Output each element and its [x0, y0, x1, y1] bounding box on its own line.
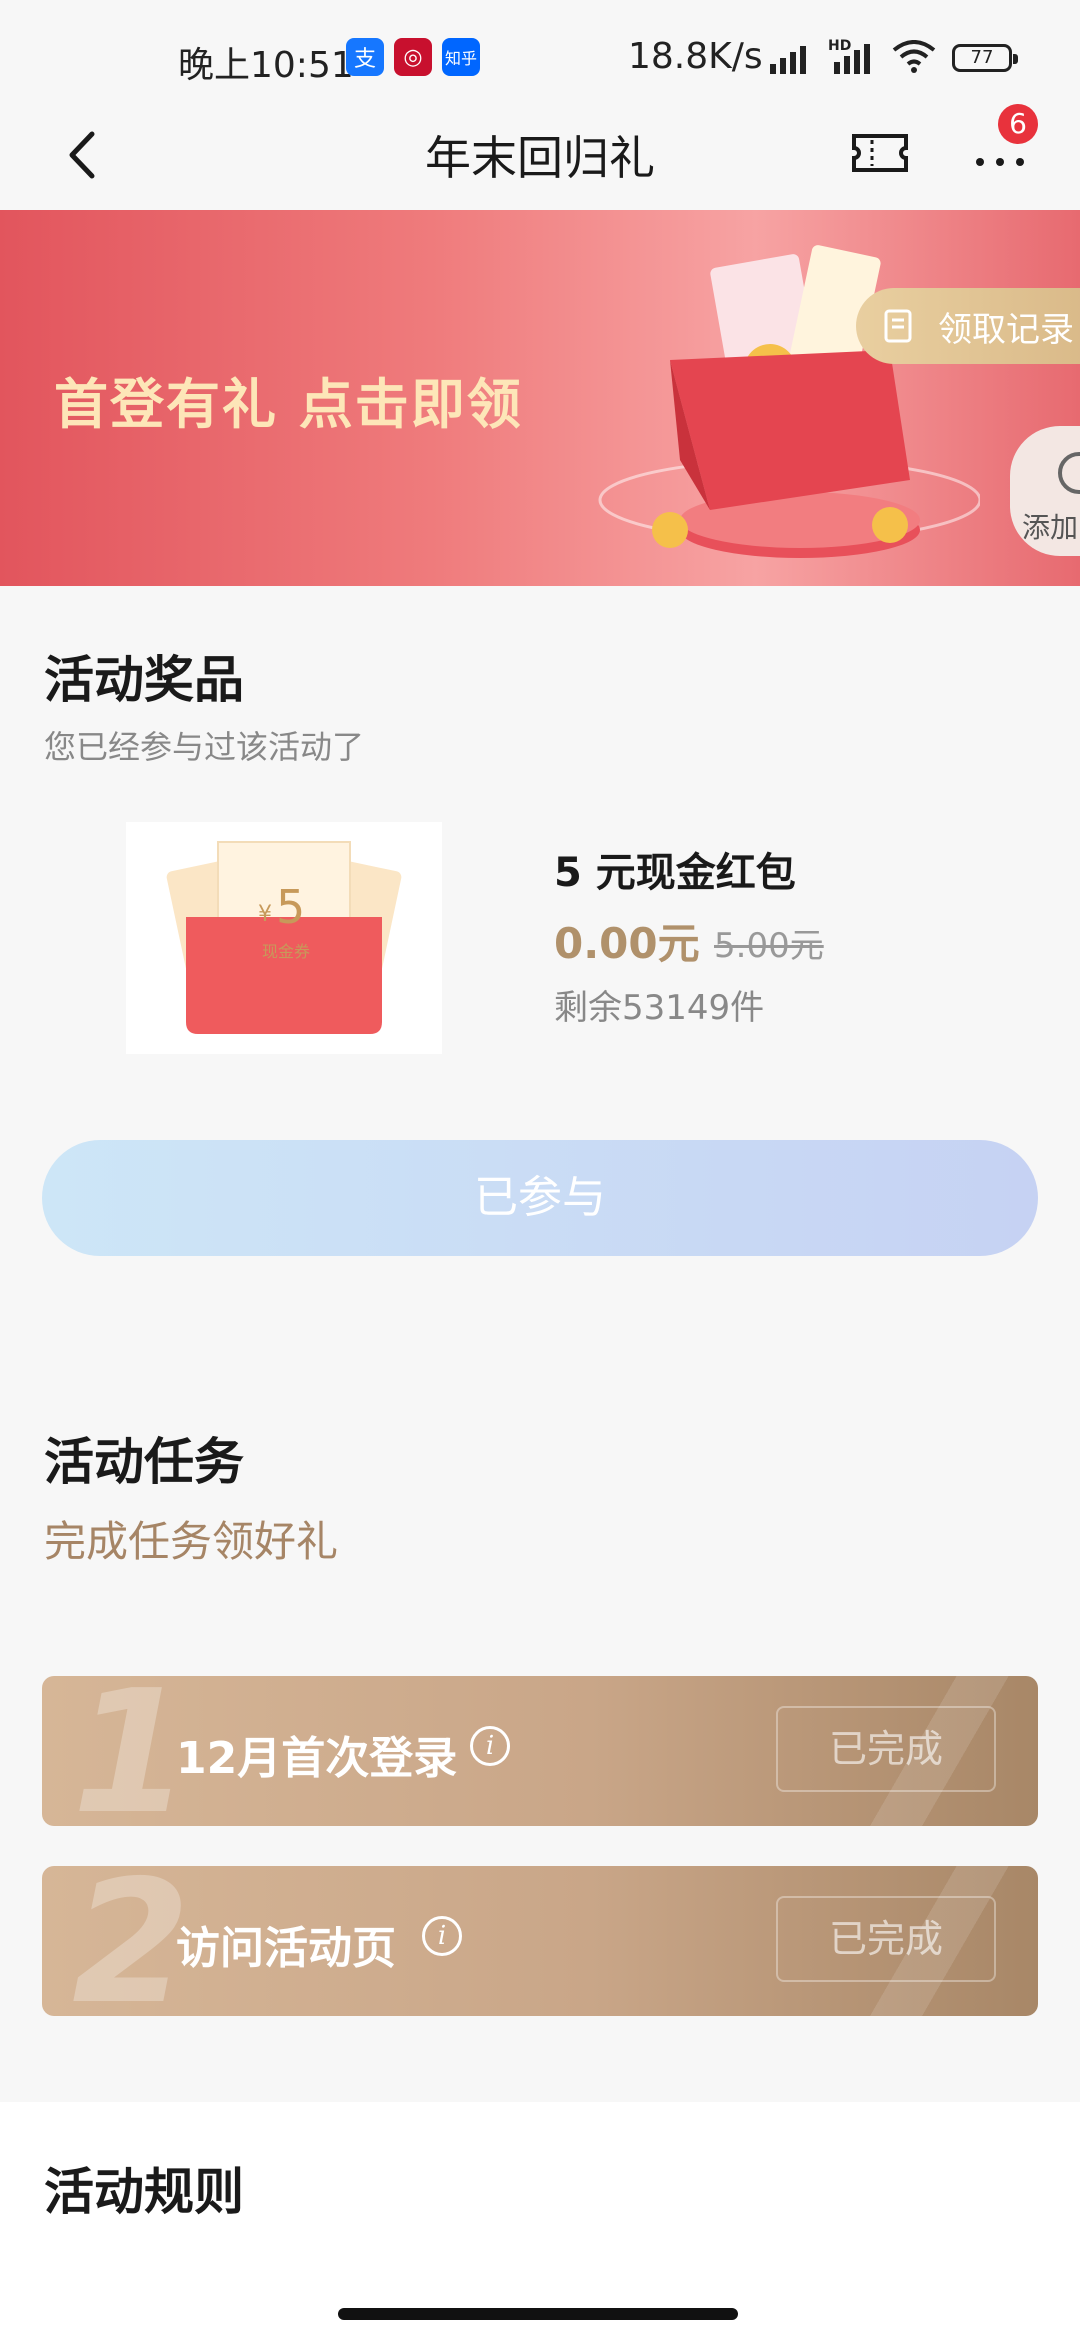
- banner-headline: 首登有礼 点击即领: [54, 373, 523, 436]
- promo-banner[interactable]: 首登有礼 点击即领 领取记录 添加: [0, 210, 1080, 586]
- add-widget-button[interactable]: 添加: [1010, 426, 1080, 556]
- add-widget-label: 添加: [1022, 511, 1079, 544]
- prize-section-subtitle: 您已经参与过该活动了: [44, 728, 365, 766]
- page-title: 年末回归礼: [425, 131, 655, 185]
- network-speed: 18.8K/s: [628, 36, 763, 77]
- task-status-button[interactable]: 已完成: [776, 1896, 996, 1982]
- status-time: 晚上10:51: [178, 45, 354, 86]
- task-item: 1 12月首次登录 i 已完成: [42, 1676, 1038, 1826]
- prize-price: 0.00元: [554, 919, 700, 968]
- task-number: 2: [72, 1866, 191, 2016]
- prize-remaining: 剩余53149件: [554, 988, 765, 1028]
- nav-bar: 年末回归礼 6: [0, 100, 1080, 210]
- task-label: 访问活动页: [176, 1923, 396, 1974]
- task-label: 12月首次登录: [176, 1733, 458, 1784]
- info-icon[interactable]: i: [422, 1916, 462, 1956]
- home-indicator[interactable]: [338, 2308, 738, 2320]
- task-item: 2 访问活动页 i 已完成: [42, 1866, 1038, 2016]
- joined-button[interactable]: 已参与: [42, 1140, 1038, 1256]
- prize-original-price: 5.00元: [714, 926, 824, 966]
- info-icon[interactable]: i: [470, 1726, 510, 1766]
- document-icon: [884, 309, 912, 343]
- claim-record-button[interactable]: 领取记录: [856, 288, 1080, 364]
- task-status-button[interactable]: 已完成: [776, 1706, 996, 1792]
- voucher-currency: ¥: [258, 902, 272, 927]
- prize-section-title: 活动奖品: [44, 651, 244, 709]
- wifi-icon: [892, 40, 936, 73]
- status-app-icons: 支 ◎ 知乎: [346, 38, 480, 76]
- signal-icon: [770, 42, 806, 74]
- voucher-caption: 现金券: [262, 942, 311, 961]
- prize-image: ¥ 5 现金券: [126, 822, 442, 1054]
- zhihu-icon: 知乎: [442, 38, 480, 76]
- task-section-subtitle: 完成任务领好礼: [44, 1517, 339, 1566]
- rules-title: 活动规则: [44, 2163, 244, 2221]
- clock-icon: [1058, 452, 1080, 494]
- red-envelope-box-illustration: [598, 245, 980, 558]
- voucher-amount: 5: [276, 880, 306, 934]
- task-section-title: 活动任务: [44, 1433, 244, 1491]
- battery-icon: 77: [952, 44, 1018, 72]
- signal-icon-2: [834, 42, 870, 74]
- ticket-icon[interactable]: [850, 128, 910, 178]
- bank-icon: ◎: [394, 38, 432, 76]
- notification-badge: 6: [998, 104, 1038, 144]
- prize-name: 5 元现金红包: [554, 850, 796, 896]
- task-number: 1: [72, 1676, 191, 1826]
- claim-record-label: 领取记录: [938, 309, 1074, 350]
- rules-section: 活动规则: [0, 2102, 1080, 2340]
- alipay-icon: 支: [346, 38, 384, 76]
